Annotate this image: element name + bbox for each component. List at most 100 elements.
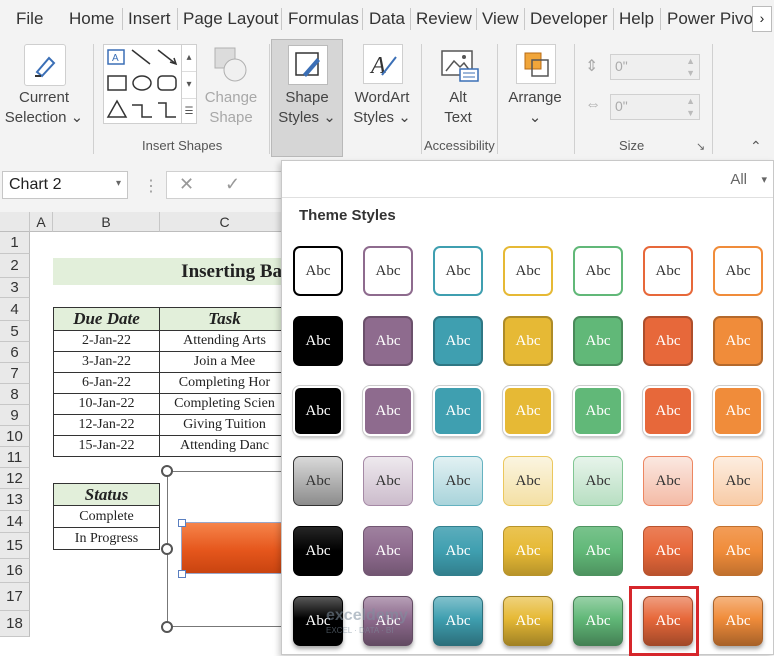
due-date-cell[interactable]: 2-Jan-22 bbox=[53, 330, 160, 352]
theme-style-swatch-selected[interactable]: Abc bbox=[643, 596, 693, 646]
alt-text-button[interactable]: Alt Text bbox=[428, 88, 488, 128]
theme-style-swatch[interactable]: Abc bbox=[503, 316, 553, 366]
task-cell[interactable]: Completing Scien bbox=[159, 393, 290, 415]
shapes-gallery[interactable]: A bbox=[103, 44, 183, 124]
spinner-icon[interactable]: ▲ ▼ bbox=[686, 95, 695, 119]
theme-style-swatch[interactable]: Abc bbox=[713, 316, 763, 366]
cancel-icon[interactable]: ✕ bbox=[179, 174, 194, 195]
spinner-icon[interactable]: ▲ ▼ bbox=[686, 55, 695, 79]
theme-style-swatch[interactable]: Abc bbox=[433, 316, 483, 366]
theme-style-swatch[interactable]: Abc bbox=[643, 526, 693, 576]
due-date-cell[interactable]: 15-Jan-22 bbox=[53, 435, 160, 457]
theme-style-swatch[interactable]: Abc bbox=[643, 316, 693, 366]
row-header-13[interactable]: 13 bbox=[0, 489, 30, 511]
theme-style-swatch[interactable]: Abc bbox=[573, 596, 623, 646]
resize-handle[interactable] bbox=[161, 621, 173, 633]
enter-icon[interactable]: ✓ bbox=[225, 174, 240, 195]
arrange-button[interactable]: Arrange ⌄ bbox=[502, 88, 568, 128]
chart-bar-shape[interactable] bbox=[181, 522, 291, 574]
tab-data[interactable]: Data bbox=[369, 9, 405, 29]
theme-style-swatch[interactable]: Abc bbox=[573, 386, 623, 436]
shape-width-input[interactable]: 0" ▲ ▼ bbox=[610, 94, 700, 120]
task-cell[interactable]: Completing Hor bbox=[159, 372, 290, 394]
theme-style-swatch[interactable]: Abc bbox=[503, 596, 553, 646]
tab-review[interactable]: Review bbox=[416, 9, 472, 29]
row-header-8[interactable]: 8 bbox=[0, 384, 30, 405]
theme-style-swatch[interactable]: Abc bbox=[433, 526, 483, 576]
select-all-corner[interactable] bbox=[0, 212, 30, 232]
theme-style-swatch[interactable]: Abc bbox=[363, 526, 413, 576]
tab-scroll-right-button[interactable]: › bbox=[752, 6, 772, 32]
task-cell[interactable]: Attending Danc bbox=[159, 435, 290, 457]
column-header-a[interactable]: A bbox=[30, 212, 53, 232]
shape-styles-button[interactable]: Shape Styles ⌄ bbox=[271, 39, 343, 157]
tab-home[interactable]: Home bbox=[69, 9, 114, 29]
wordart-styles-button[interactable]: WordArt Styles ⌄ bbox=[346, 88, 418, 128]
row-header-2[interactable]: 2 bbox=[0, 254, 30, 278]
theme-style-swatch[interactable]: Abc bbox=[433, 456, 483, 506]
theme-style-swatch[interactable]: Abc bbox=[433, 386, 483, 436]
tab-help[interactable]: Help bbox=[619, 9, 654, 29]
theme-style-swatch[interactable]: Abc bbox=[573, 316, 623, 366]
size-dialog-launcher-icon[interactable]: ↘ bbox=[696, 140, 705, 153]
name-box[interactable]: Chart 2 ▾ bbox=[2, 171, 128, 199]
row-header-7[interactable]: 7 bbox=[0, 363, 30, 384]
theme-style-swatch[interactable]: Abc bbox=[643, 386, 693, 436]
current-selection-button[interactable]: Current Selection ⌄ bbox=[2, 88, 86, 128]
chevron-down-icon[interactable]: ▾ bbox=[761, 173, 767, 186]
header-task[interactable]: Task bbox=[159, 307, 290, 331]
header-due-date[interactable]: Due Date bbox=[53, 307, 160, 331]
row-header-3[interactable]: 3 bbox=[0, 278, 30, 298]
shape-handle[interactable] bbox=[178, 570, 186, 578]
due-date-cell[interactable]: 10-Jan-22 bbox=[53, 393, 160, 415]
row-header-10[interactable]: 10 bbox=[0, 426, 30, 447]
theme-style-swatch[interactable]: Abc bbox=[293, 316, 343, 366]
theme-style-swatch[interactable]: Abc bbox=[713, 596, 763, 646]
task-cell[interactable]: Giving Tuition bbox=[159, 414, 290, 436]
theme-style-swatch[interactable]: Abc bbox=[503, 526, 553, 576]
theme-style-swatch[interactable]: Abc bbox=[503, 456, 553, 506]
more-icon[interactable]: ☰ bbox=[182, 98, 196, 125]
shapes-gallery-scroll[interactable]: ▴ ▾ ☰ bbox=[181, 44, 197, 124]
theme-style-swatch[interactable]: Abc bbox=[363, 456, 413, 506]
resize-handle[interactable] bbox=[161, 465, 173, 477]
row-header-14[interactable]: 14 bbox=[0, 511, 30, 533]
theme-style-swatch[interactable]: Abc bbox=[713, 246, 763, 296]
row-header-1[interactable]: 1 bbox=[0, 232, 30, 254]
theme-style-swatch[interactable]: Abc bbox=[293, 526, 343, 576]
row-header-6[interactable]: 6 bbox=[0, 342, 30, 363]
theme-style-swatch[interactable]: Abc bbox=[363, 246, 413, 296]
theme-style-swatch[interactable]: Abc bbox=[713, 526, 763, 576]
column-header-c[interactable]: C bbox=[160, 212, 290, 232]
header-status[interactable]: Status bbox=[53, 483, 160, 506]
gallery-filter-dropdown[interactable]: All bbox=[730, 171, 747, 188]
tab-view[interactable]: View bbox=[482, 9, 519, 29]
tab-developer[interactable]: Developer bbox=[530, 9, 608, 29]
tab-insert[interactable]: Insert bbox=[128, 9, 171, 29]
task-cell[interactable]: Join a Mee bbox=[159, 351, 290, 373]
chevron-down-icon[interactable]: ▾ bbox=[116, 178, 121, 189]
task-cell[interactable]: Attending Arts bbox=[159, 330, 290, 352]
shape-handle[interactable] bbox=[178, 519, 186, 527]
theme-style-swatch[interactable]: Abc bbox=[293, 456, 343, 506]
row-header-12[interactable]: 12 bbox=[0, 468, 30, 489]
row-header-17[interactable]: 17 bbox=[0, 583, 30, 611]
theme-style-swatch[interactable]: Abc bbox=[293, 246, 343, 296]
due-date-cell[interactable]: 3-Jan-22 bbox=[53, 351, 160, 373]
row-header-15[interactable]: 15 bbox=[0, 533, 30, 559]
theme-style-swatch[interactable]: Abc bbox=[573, 456, 623, 506]
tab-formulas[interactable]: Formulas bbox=[288, 9, 359, 29]
row-header-9[interactable]: 9 bbox=[0, 405, 30, 426]
chevron-down-icon[interactable]: ▾ bbox=[182, 71, 196, 98]
theme-style-swatch[interactable]: Abc bbox=[713, 456, 763, 506]
theme-style-swatch[interactable]: Abc bbox=[433, 596, 483, 646]
row-header-16[interactable]: 16 bbox=[0, 559, 30, 583]
theme-style-swatch[interactable]: Abc bbox=[503, 246, 553, 296]
tab-file[interactable]: File bbox=[16, 9, 43, 29]
theme-style-swatch[interactable]: Abc bbox=[643, 456, 693, 506]
row-header-18[interactable]: 18 bbox=[0, 611, 30, 637]
resize-handle[interactable] bbox=[161, 543, 173, 555]
theme-style-swatch[interactable]: Abc bbox=[433, 246, 483, 296]
theme-style-swatch[interactable]: Abc bbox=[363, 316, 413, 366]
tab-power-pivot[interactable]: Power Pivo bbox=[667, 9, 753, 29]
